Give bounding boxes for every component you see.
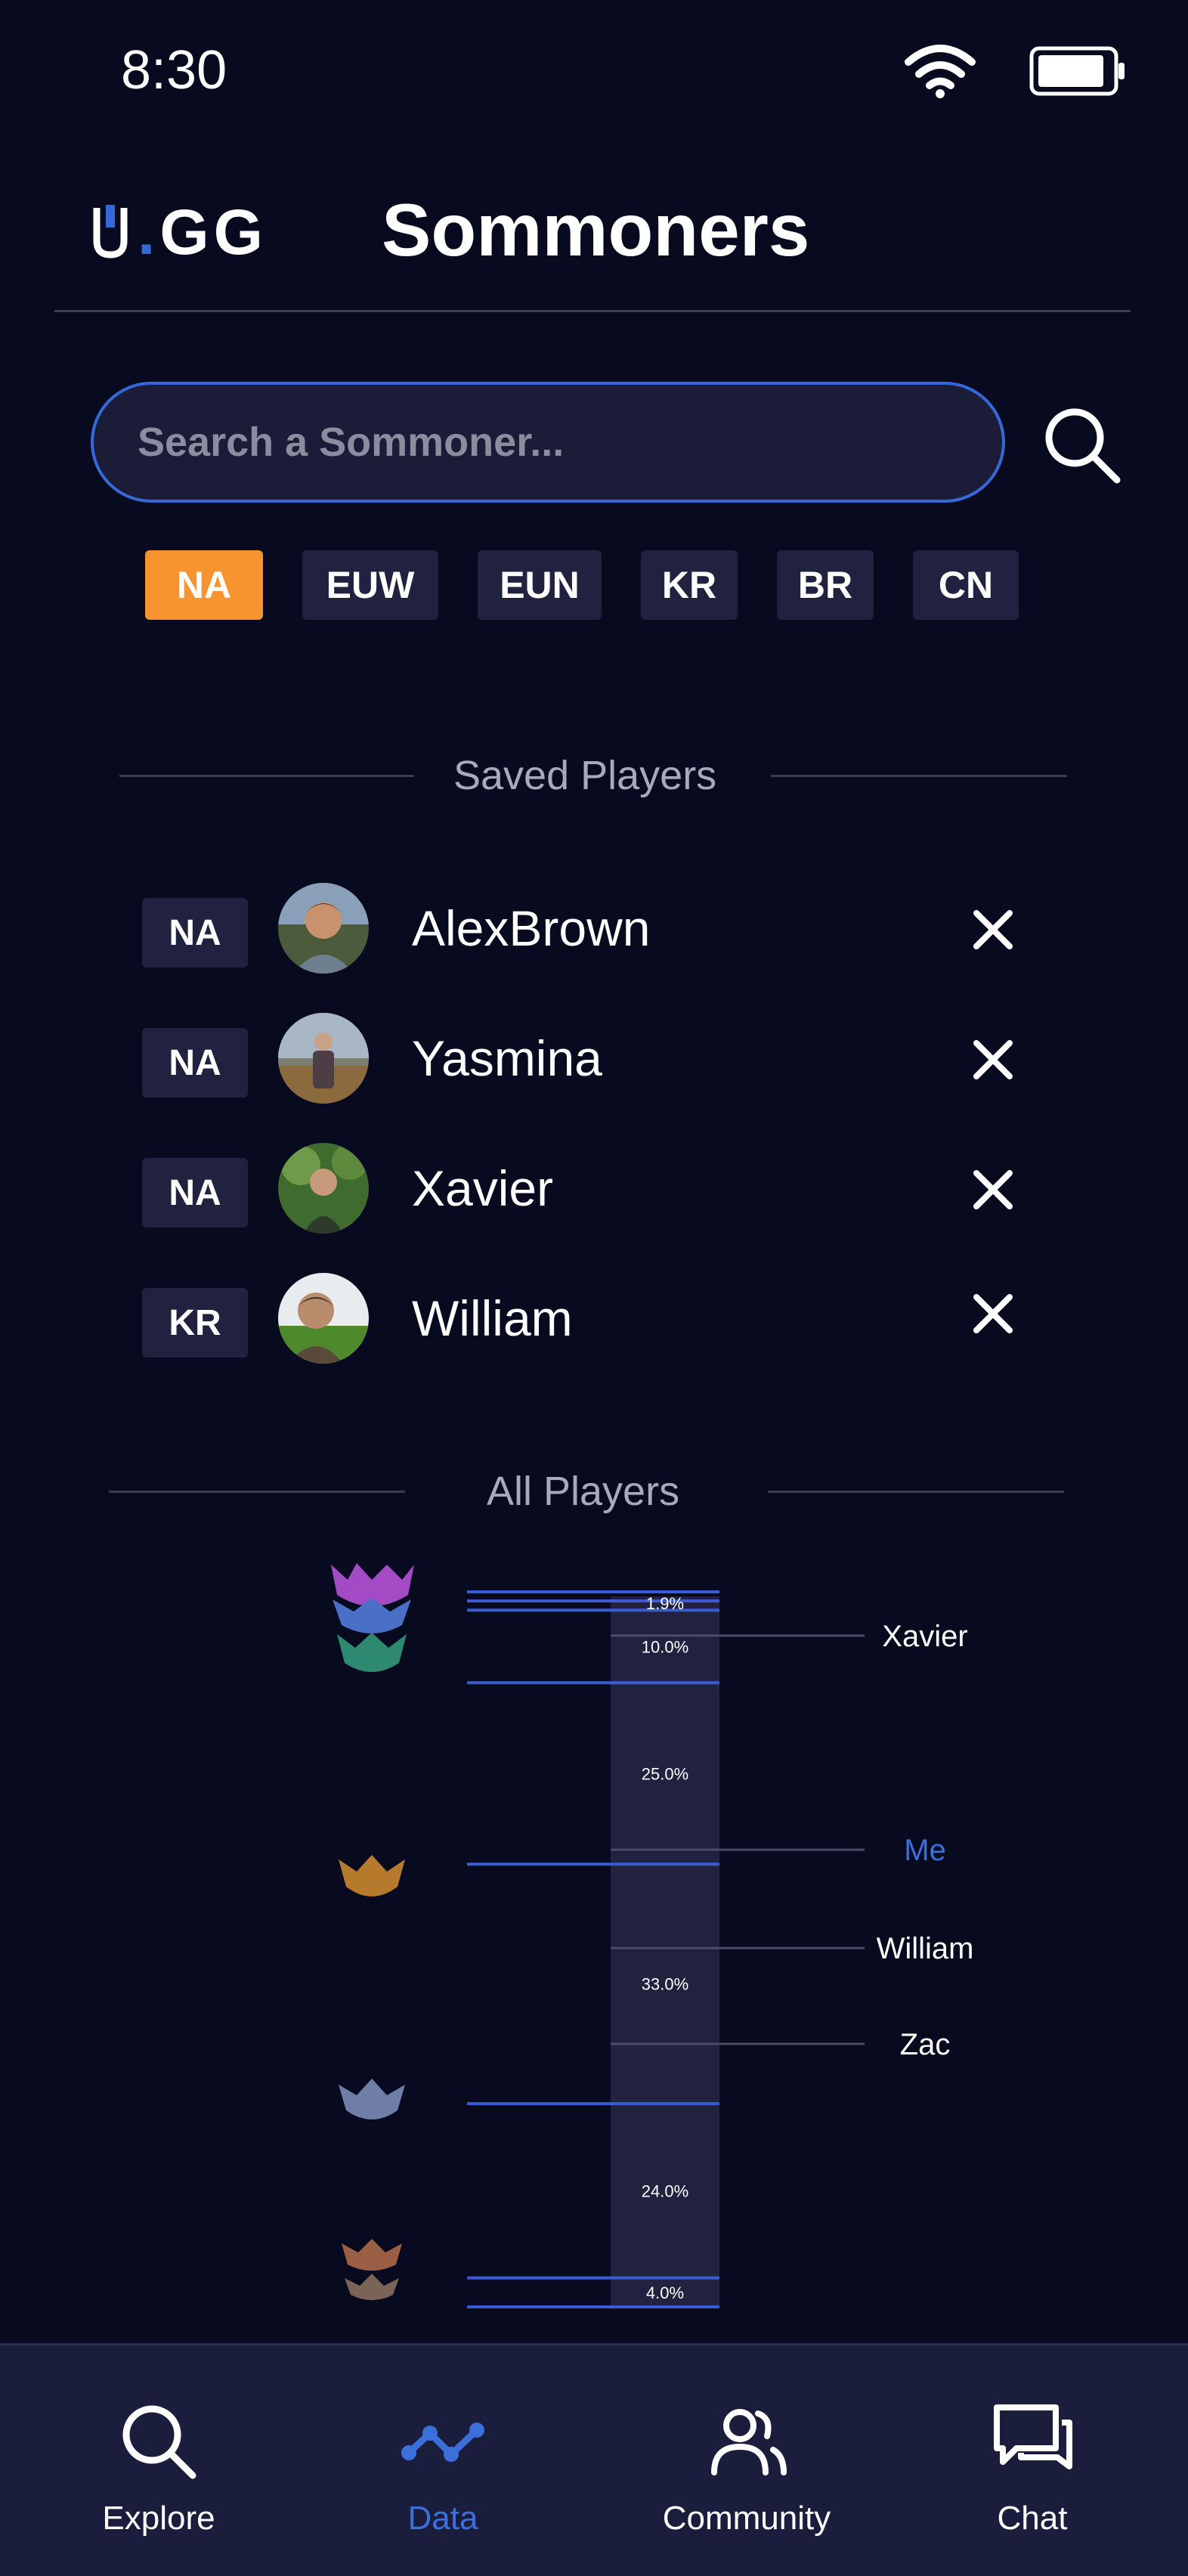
region-kr[interactable]: KR [641,550,738,620]
player-name: Yasmina [412,1030,602,1086]
all-players-heading: All Players [487,1469,680,1514]
region-na[interactable]: NA [145,550,263,620]
community-icon [711,2409,787,2475]
battery-icon [1029,46,1125,96]
remove-player-button[interactable] [969,1166,1017,1214]
chart-layer: 1.9% 10.0% 25.0% 33.0% 24.0% 4.0% Xavier Me Will… [467,1590,974,2308]
saved-player-row[interactable]: NA Xavier [0,1143,1188,1241]
remove-player-button[interactable] [969,1036,1017,1084]
nav-label: Explore [102,2500,215,2537]
saved-player-row[interactable]: NA Yasmina [0,1013,1188,1111]
nav-label: Data [407,2500,478,2537]
region-br[interactable]: BR [777,550,874,620]
tier-emblems [331,1563,414,2300]
logo-mark-icon [93,205,128,259]
logo-text: .GG [138,196,268,268]
tier-share-label: 25.0% [642,1764,688,1783]
header-divider [54,310,1131,312]
region-cn[interactable]: CN [913,550,1019,620]
player-marker-label: Me [904,1834,946,1867]
divider [119,775,414,777]
chat-icon [994,2404,1072,2469]
nav-label: Community [662,2500,831,2537]
status-time: 8:30 [121,40,227,101]
player-marker-label: Xavier [882,1620,967,1653]
tier-share-label: 33.0% [642,1975,688,1994]
divider [771,775,1067,777]
region-filter: NA EUW EUN KR BR CN [0,550,1188,620]
gold-emblem-icon [339,1855,405,1896]
saved-player-row[interactable]: NA AlexBrown [0,883,1188,981]
nav-community[interactable]: Community [648,2345,845,2576]
rank-distribution-chart: 1.9% 10.0% 25.0% 33.0% 24.0% 4.0% Xavier Me Will… [331,1563,974,2308]
player-region-badge: NA [142,1158,248,1228]
grandmaster-emblem-icon [333,1598,411,1633]
divider [109,1491,405,1493]
nav-data[interactable]: Data [367,2345,518,2576]
nav-explore[interactable]: Explore [83,2345,234,2576]
divider [768,1491,1064,1493]
data-icon [401,2423,484,2462]
remove-player-button[interactable] [969,1290,1017,1338]
player-name: Xavier [412,1160,554,1216]
tier-share-label: 4.0% [646,2283,684,2302]
page-title: Sommoners [382,188,810,271]
all-players-header: All Players [0,1468,1188,1514]
player-name: William [412,1290,573,1346]
iron-emblem-icon [345,2274,399,2300]
bottom-nav: Explore Data Community Chat [0,2343,1188,2576]
search-icon [122,2405,196,2479]
bronze-emblem-icon [342,2239,402,2271]
status-icons [904,44,1128,98]
tier-share-label: 1.9% [646,1594,684,1613]
player-region-badge: KR [142,1288,248,1358]
saved-players-header: Saved Players [0,752,1188,798]
search-button[interactable] [1041,404,1125,488]
nav-label: Chat [997,2500,1068,2537]
avatar [278,1013,369,1104]
app-logo: .GG [91,196,268,268]
avatar [278,883,369,974]
silver-emblem-icon [339,2079,405,2119]
avatar [278,1273,369,1364]
avatar [278,1143,369,1234]
saved-player-row[interactable]: KR William [0,1273,1188,1371]
player-marker-label: William [877,1932,974,1965]
region-euw[interactable]: EUW [302,550,438,620]
tier-share-label: 24.0% [642,2181,688,2200]
player-region-badge: NA [142,1028,248,1098]
region-eun[interactable]: EUN [478,550,602,620]
tier-share-label: 10.0% [642,1637,688,1656]
player-marker-label: Zac [900,2028,951,2061]
nav-chat[interactable]: Chat [957,2345,1108,2576]
master-emblem-icon [337,1633,407,1672]
player-name: AlexBrown [412,900,651,956]
search-input[interactable] [91,382,1005,503]
remove-player-button[interactable] [969,906,1017,954]
saved-players-heading: Saved Players [453,753,717,798]
wifi-icon [905,45,976,98]
player-region-badge: NA [142,898,248,968]
